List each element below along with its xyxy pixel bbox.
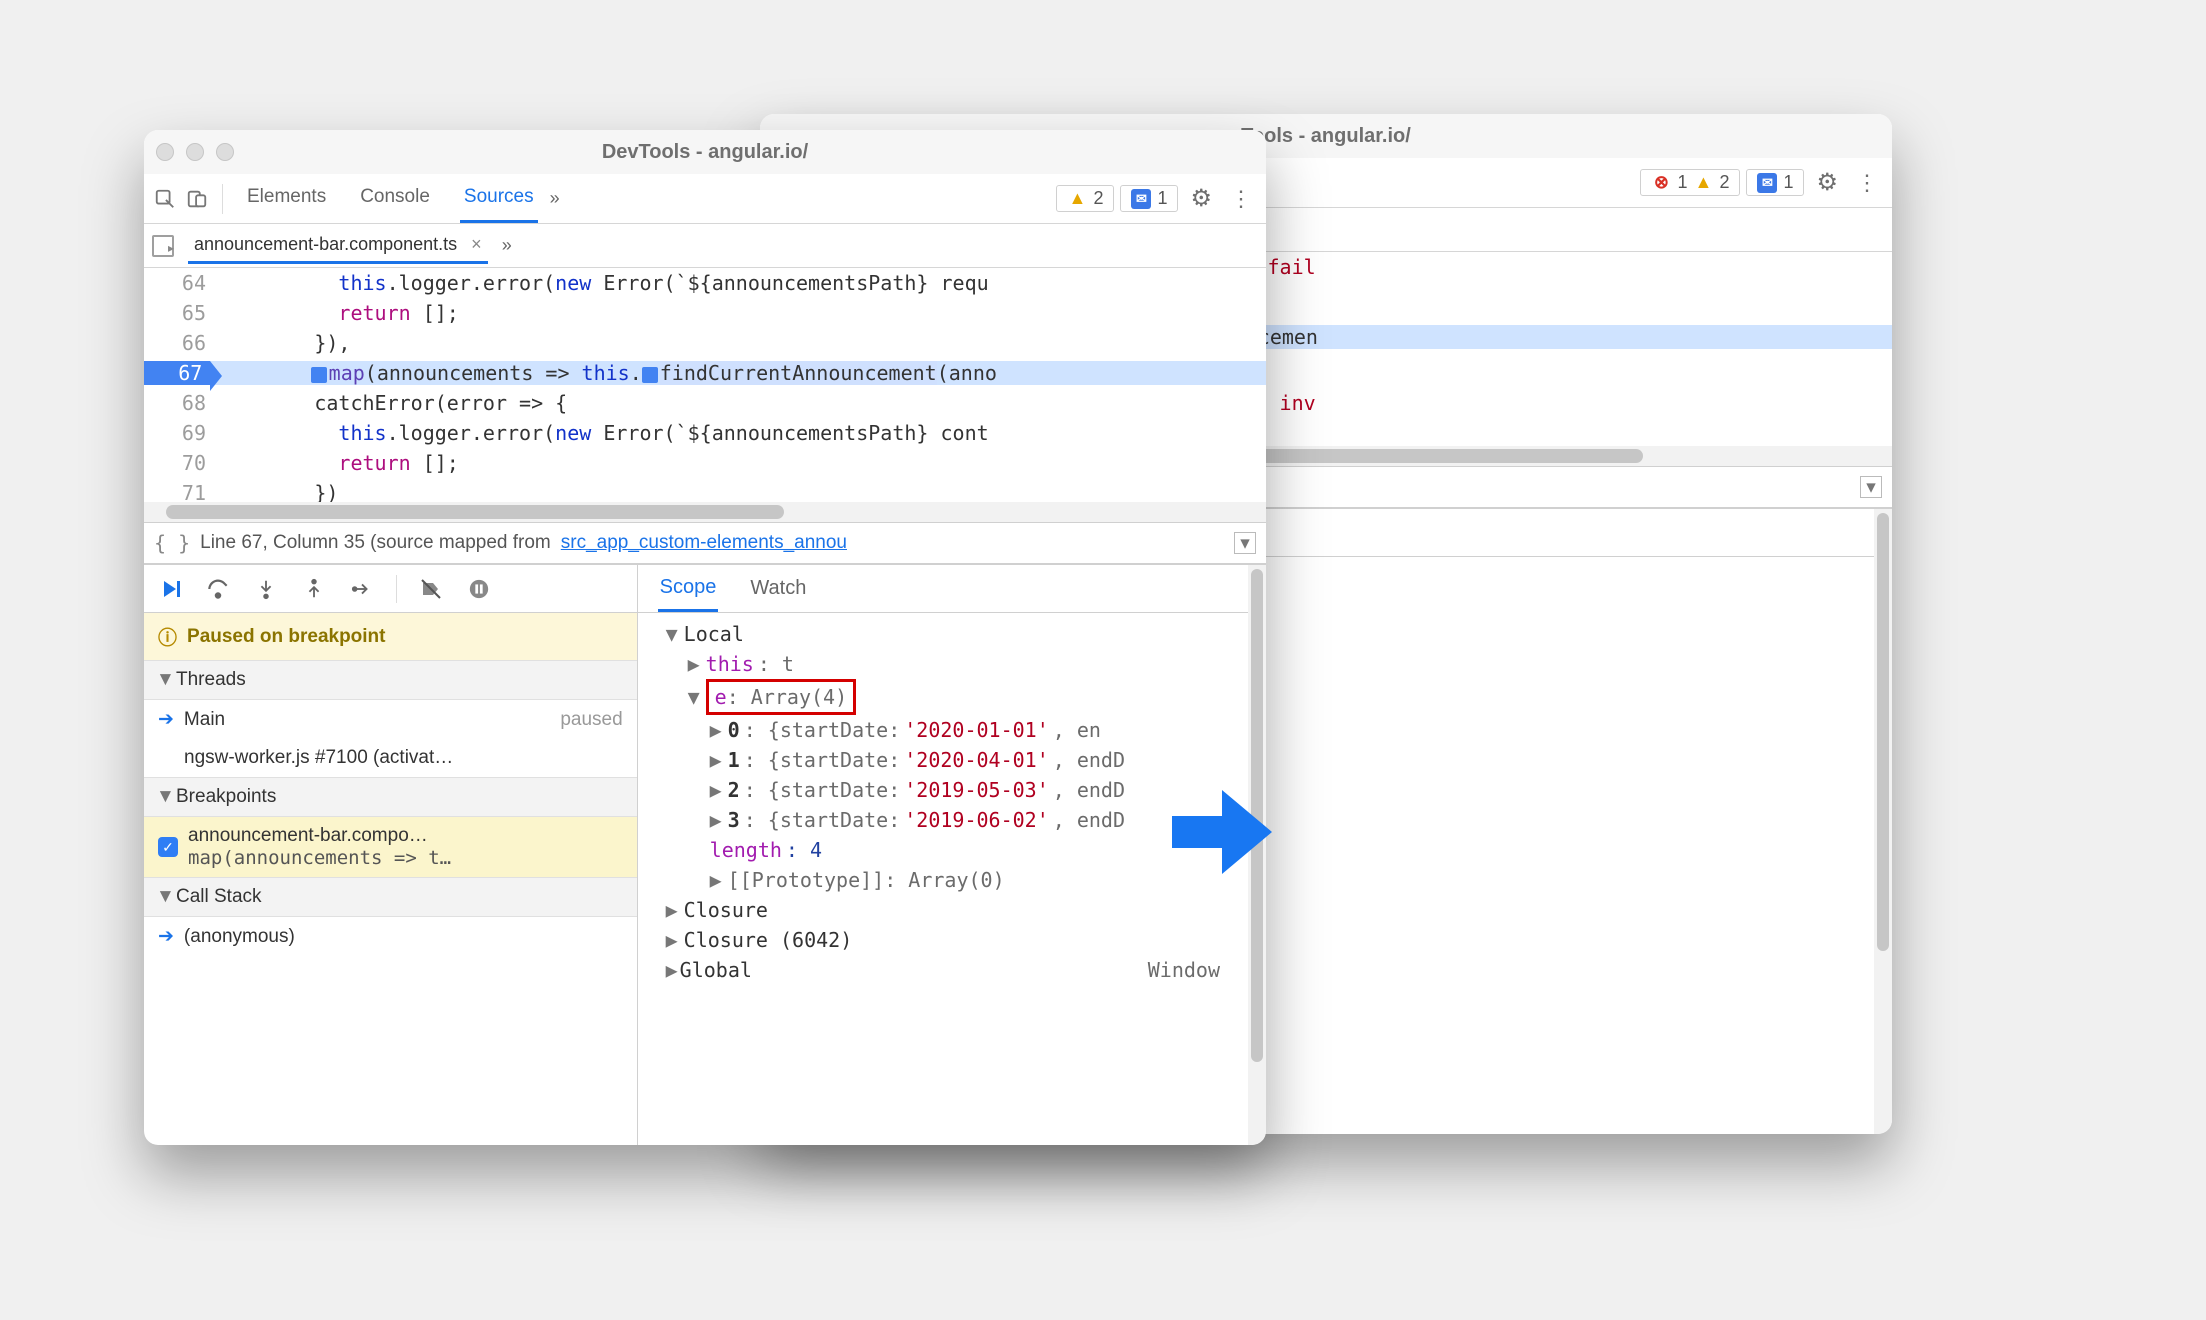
navigator-page-icon[interactable]: ▸ bbox=[152, 235, 174, 257]
paused-banner: ⓘ Paused on breakpoint bbox=[144, 613, 637, 660]
breakpoints-header[interactable]: ▼Breakpoints bbox=[144, 777, 637, 817]
threads-header[interactable]: ▼Threads bbox=[144, 660, 637, 700]
sourcemap-link[interactable]: src_app_custom-elements_annou bbox=[561, 532, 847, 554]
step-over-icon[interactable] bbox=[204, 575, 232, 603]
arrow-right-icon: ➔ bbox=[158, 708, 174, 731]
cursor-status-bar: { } Line 67, Column 35 (source mapped fr… bbox=[144, 522, 1266, 564]
scope-tabs: Scope Watch bbox=[638, 565, 1266, 613]
status-dropdown-icon[interactable]: ▾ bbox=[1234, 532, 1256, 554]
comparison-arrow-icon bbox=[1172, 790, 1272, 874]
breakpoint-marker-icon bbox=[311, 367, 327, 383]
settings-gear-icon[interactable]: ⚙ bbox=[1184, 184, 1218, 213]
step-into-icon[interactable] bbox=[252, 575, 280, 603]
warning-icon: ▲ bbox=[1693, 173, 1713, 193]
messages-badge[interactable]: ✉1 bbox=[1746, 169, 1804, 196]
execution-marker-icon bbox=[642, 367, 658, 383]
inspect-element-icon[interactable] bbox=[152, 186, 178, 212]
resume-button-icon[interactable] bbox=[156, 575, 184, 603]
debugger-sidebar: ⓘ Paused on breakpoint ▼Threads ➔ Main p… bbox=[144, 565, 638, 1145]
tab-elements[interactable]: Elements bbox=[243, 174, 330, 223]
kebab-menu-icon[interactable]: ⋮ bbox=[1850, 170, 1884, 196]
error-icon: ⊗ bbox=[1651, 173, 1671, 193]
message-icon: ✉ bbox=[1757, 173, 1777, 193]
highlighted-variable: e: Array(4) bbox=[706, 679, 856, 715]
kebab-menu-icon[interactable]: ⋮ bbox=[1224, 186, 1258, 212]
breakpoint-item[interactable]: ✓ announcement-bar.compo… map(announceme… bbox=[144, 817, 637, 877]
callstack-frame[interactable]: ➔ (anonymous) bbox=[144, 917, 637, 956]
deactivate-breakpoints-icon[interactable] bbox=[417, 575, 445, 603]
warnings-badge[interactable]: ▲2 bbox=[1056, 185, 1114, 212]
devtools-window-left: DevTools - angular.io/ Elements Console … bbox=[144, 130, 1266, 1145]
zoom-dot-icon[interactable] bbox=[216, 143, 234, 161]
close-dot-icon[interactable] bbox=[156, 143, 174, 161]
callstack-header[interactable]: ▼Call Stack bbox=[144, 877, 637, 917]
titlebar: DevTools - angular.io/ bbox=[144, 130, 1266, 174]
tab-console[interactable]: Console bbox=[356, 174, 434, 223]
message-icon: ✉ bbox=[1131, 189, 1151, 209]
settings-gear-icon[interactable]: ⚙ bbox=[1810, 168, 1844, 197]
issues-badge[interactable]: ⊗1 ▲2 bbox=[1640, 169, 1740, 196]
file-tab-active[interactable]: announcement-bar.component.ts × bbox=[188, 228, 488, 264]
device-toggle-icon[interactable] bbox=[184, 186, 210, 212]
scope-tab[interactable]: Scope bbox=[658, 566, 719, 612]
more-tabs-chevron[interactable]: » bbox=[550, 188, 560, 209]
code-editor[interactable]: 64 this.logger.error(new Error(`${announ… bbox=[144, 268, 1266, 502]
thread-main[interactable]: ➔ Main paused bbox=[144, 700, 637, 739]
arrow-right-icon: ➔ bbox=[158, 925, 174, 948]
thread-worker[interactable]: ngsw-worker.js #7100 (activat… bbox=[144, 739, 637, 777]
close-tab-icon[interactable]: × bbox=[471, 234, 482, 255]
scope-tree[interactable]: ▼Local ▶this: t ▼e: Array(4) ▶0: {startD… bbox=[638, 613, 1266, 1145]
info-icon: ⓘ bbox=[158, 623, 177, 650]
step-icon[interactable] bbox=[348, 575, 376, 603]
step-out-icon[interactable] bbox=[300, 575, 328, 603]
pretty-print-icon[interactable]: { } bbox=[154, 531, 190, 555]
debug-controls bbox=[144, 565, 637, 613]
file-tab-strip: ▸ announcement-bar.component.ts × » bbox=[144, 224, 1266, 268]
more-files-chevron[interactable]: » bbox=[502, 235, 512, 256]
watch-tab[interactable]: Watch bbox=[748, 567, 808, 610]
warning-icon: ▲ bbox=[1067, 189, 1087, 209]
breakpoint-checkbox[interactable]: ✓ bbox=[158, 837, 178, 857]
minimize-dot-icon[interactable] bbox=[186, 143, 204, 161]
window-traffic-lights[interactable] bbox=[156, 143, 234, 161]
main-toolbar: Elements Console Sources » ▲2 ✉1 ⚙ ⋮ bbox=[144, 174, 1266, 224]
horizontal-scrollbar[interactable] bbox=[144, 502, 1266, 522]
window-title: DevTools - angular.io/ bbox=[144, 141, 1266, 164]
vertical-scrollbar[interactable] bbox=[1874, 509, 1892, 1134]
pause-exceptions-icon[interactable] bbox=[465, 575, 493, 603]
status-dropdown-icon[interactable]: ▾ bbox=[1860, 476, 1882, 498]
messages-badge[interactable]: ✉1 bbox=[1120, 185, 1178, 212]
tab-sources[interactable]: Sources bbox=[460, 174, 538, 223]
